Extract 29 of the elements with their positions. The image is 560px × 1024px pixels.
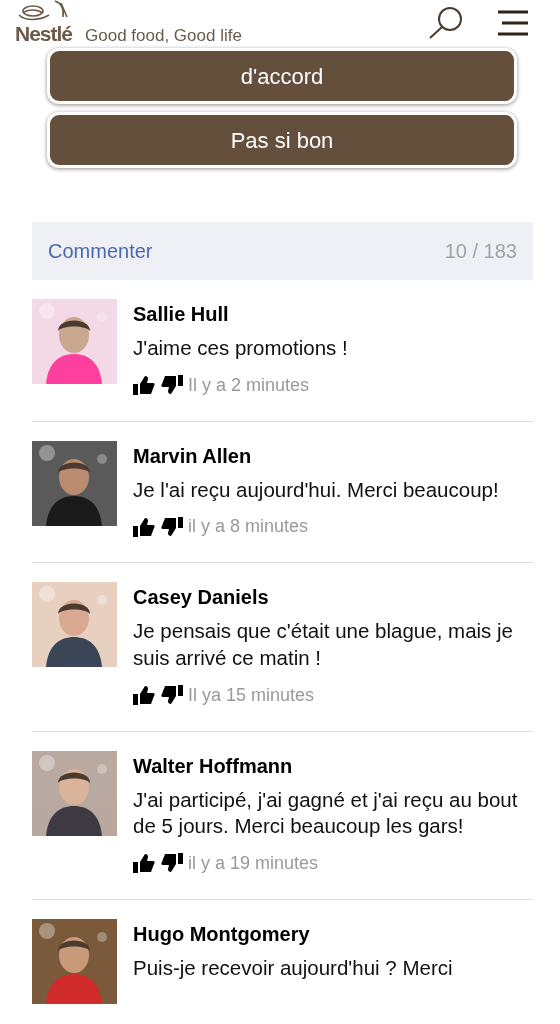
thumbs-up-icon[interactable] [133,516,155,537]
comment-time: Il y a 2 minutes [188,373,310,397]
commenter-name: Walter Hoffmann [133,753,294,779]
thumbs-up-icon[interactable] [133,853,155,874]
comment-text: Puis-je recevoir aujourd'hui ? Merci [133,954,454,981]
commenter-name: Marvin Allen [133,443,253,469]
commenter-name: Hugo Montgomery [133,921,311,947]
commenter-name: Casey Daniels [133,585,270,611]
answer-button[interactable]: d'accord [47,48,517,104]
thumbs-up-icon[interactable] [133,685,155,706]
comment-count: 10 / 183 [444,239,517,264]
comment-time: Il ya 15 minutes [188,683,315,707]
thumbs-down-icon[interactable] [161,375,183,396]
answer-button[interactable]: Pas si bon [47,112,517,168]
comment-time: il y a 8 minutes [188,515,309,539]
thumbs-down-icon[interactable] [161,516,183,537]
comment-time: il y a 19 minutes [188,851,319,875]
comment-text: J'aime ces promotions ! [133,335,349,361]
commenter-name: Sallie Hull [133,302,230,327]
comment-text: Je pensais que c'était une blague, mais je suis arrivé ce matin ! [133,618,514,671]
thumbs-down-icon[interactable] [161,685,183,706]
comment-text: J'ai participé, j'ai gagné et j'ai reçu au bout de 5 jours. Merci beaucoup les gars! [133,786,519,840]
comment-text: Je l'ai reçu aujourd'hui. Merci beaucoup! [133,476,500,503]
logo-text: Nestlé [15,22,74,44]
thumbs-down-icon[interactable] [161,853,183,874]
thumbs-up-icon[interactable] [133,375,155,396]
tagline: Good food, Good life [85,26,242,44]
comments-title: Commenter [48,239,153,264]
menu-icon[interactable] [496,9,530,37]
